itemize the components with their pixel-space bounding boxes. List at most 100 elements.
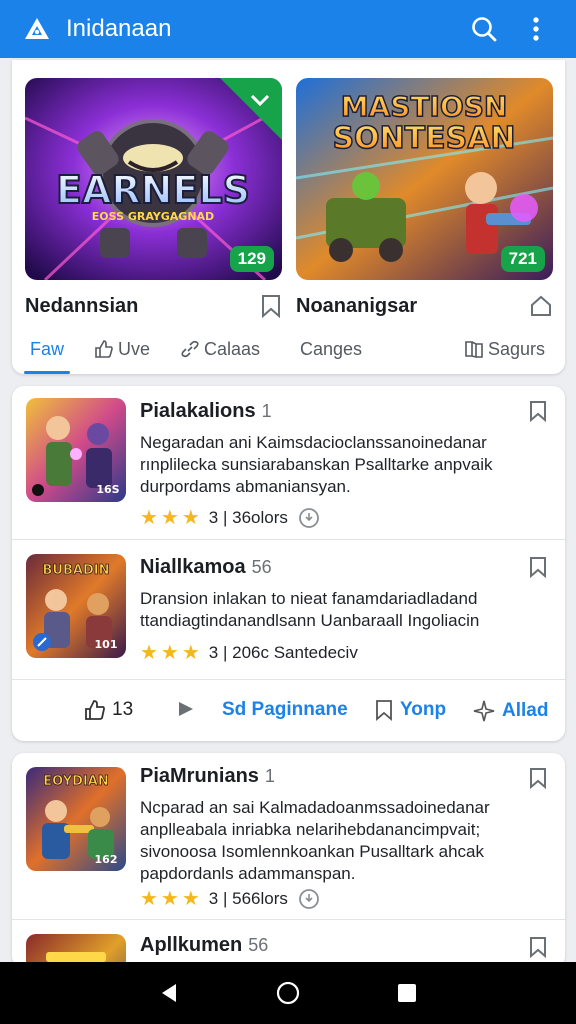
app-list-card: EOYDIAN 162 PiaMrunians 1 Ncparad an sai … <box>12 753 565 968</box>
app-count: 1 <box>261 401 272 421</box>
thumb-title: EOYDIAN <box>43 774 108 789</box>
star-rating-icon: ★★★ <box>140 507 203 529</box>
action-bar: 13 Sd Paginnane Yonp Allad <box>12 681 565 741</box>
tab-label: Faw <box>30 338 65 359</box>
featured-art-subtitle: EOSS GRAYGAGNAD <box>92 210 214 223</box>
app-description: Ncparad an sai Kalmadadoanmssadoinedanar… <box>140 797 520 885</box>
list-item[interactable]: EOYDIAN 162 PiaMrunians 1 Ncparad an sai … <box>12 753 565 911</box>
divider <box>12 679 565 680</box>
link-icon <box>181 340 199 358</box>
book-icon <box>465 341 483 359</box>
tab-canges[interactable]: Canges <box>300 324 362 374</box>
page-link[interactable]: Sd Paginnane <box>222 699 348 721</box>
save-text: Yonp <box>400 699 447 720</box>
app-description: Negaradan ani Kaimsdacioclanssanoinedana… <box>140 432 520 498</box>
recents-icon[interactable] <box>397 983 417 1003</box>
rating-text: 3 | 36olors <box>208 507 288 527</box>
page-link-text: Sd Paginnane <box>222 699 348 720</box>
featured-card[interactable]: EARNELS EOSS GRAYGAGNAD 129 Nedannsian <box>25 78 282 318</box>
bookmark-icon[interactable] <box>527 400 549 422</box>
app-description: Dransion inlakan to nieat fanamdariadlad… <box>140 588 520 632</box>
app-list-card: 16S Pialakalions 1 Negaradan ani Kaimsdac… <box>12 386 565 741</box>
save-button[interactable]: Yonp <box>374 699 446 721</box>
app-bar: Inidanaan <box>0 0 576 58</box>
like-count: 13 <box>112 699 134 720</box>
app-rating: ★★★ 3 | 36olors <box>140 505 320 530</box>
featured-name[interactable]: Nedannsian <box>25 295 138 318</box>
app-rating: ★★★ 3 | 566lors <box>140 886 320 911</box>
thumb-tag: 16S <box>96 483 119 496</box>
tab-label: Canges <box>300 338 363 359</box>
featured-card[interactable]: MASTIOSN SONTESAN 721 Noananigsar <box>296 78 553 318</box>
app-title-text: Pialakalions <box>140 400 256 422</box>
bookmark-icon[interactable] <box>260 294 282 318</box>
featured-art-title: EARNELS <box>56 168 250 212</box>
thumb-up-icon <box>95 340 113 358</box>
featured-image[interactable]: EARNELS EOSS GRAYGAGNAD 129 <box>25 78 282 280</box>
tab-label: Uve <box>118 338 151 359</box>
app-title-text: PiaMrunians <box>140 765 259 787</box>
desc-line: Negaradan ani Kaimsdacioclanssanoinedana… <box>140 433 487 452</box>
system-nav-bar <box>0 962 576 1024</box>
tab-calaas[interactable]: Calaas <box>180 324 260 374</box>
bookmark-icon[interactable] <box>527 556 549 578</box>
more-vert-icon[interactable] <box>516 9 556 49</box>
app-count: 56 <box>248 935 269 955</box>
home-icon[interactable] <box>276 981 300 1005</box>
desc-line: anplleabala inriabka nelarihebdanancimpv… <box>140 820 481 839</box>
thumb-up-icon <box>85 700 105 720</box>
app-title[interactable]: PiaMrunians 1 <box>140 765 275 788</box>
add-button[interactable]: Allad <box>472 699 548 723</box>
bookmark-icon[interactable] <box>527 767 549 789</box>
info-icon[interactable] <box>298 888 320 910</box>
back-icon[interactable] <box>159 982 179 1004</box>
featured-panel: EARNELS EOSS GRAYGAGNAD 129 Nedannsian M… <box>12 60 565 374</box>
app-thumbnail[interactable]: BUBADIN 101 <box>26 554 126 658</box>
home-outline-icon[interactable] <box>529 294 553 318</box>
app-thumbnail[interactable]: 16S <box>26 398 126 502</box>
play-button[interactable] <box>176 699 196 719</box>
app-title[interactable]: Apllkumen 56 <box>140 934 268 957</box>
featured-badge: 721 <box>500 246 545 272</box>
desc-line: ttandiagtindanandlsann Uanbaraall Ingoli… <box>140 611 480 630</box>
desc-line: rınplilecka sunsiarabanskan Psalltarke a… <box>140 455 493 474</box>
desc-line: sivonoosa Isomlennkoankan Pusalltark ahc… <box>140 842 484 861</box>
featured-art-subtitle: SONTESAN <box>332 121 515 156</box>
app-title[interactable]: Pialakalions 1 <box>140 400 272 423</box>
desc-line: Ncparad an sai Kalmadadoanmssadoinedanar <box>140 798 490 817</box>
featured-name[interactable]: Noananigsar <box>296 295 417 318</box>
tab-sagurs[interactable]: Sagurs <box>464 324 545 374</box>
tab-uve[interactable]: Uve <box>94 324 150 374</box>
desc-line: durpordams abmaniansyan. <box>140 477 351 496</box>
list-item[interactable]: 16S Pialakalions 1 Negaradan ani Kaimsdac… <box>12 386 565 541</box>
star-rating-icon: ★★★ <box>140 642 203 664</box>
tab-faw[interactable]: Faw <box>23 324 71 374</box>
app-count: 1 <box>264 766 275 786</box>
search-icon[interactable] <box>464 9 504 49</box>
check-corner-icon <box>220 78 282 140</box>
app-rating: ★★★ 3 | 206c Santedeciv <box>140 640 358 665</box>
list-item[interactable]: BUBADIN 101 Niallkamoa 56 Dransion inlaka… <box>12 540 565 695</box>
tab-label: Sagurs <box>488 338 546 359</box>
app-logo-icon[interactable] <box>22 14 52 44</box>
like-button[interactable]: 13 <box>84 699 133 721</box>
rating-text: 3 | 206c Santedeciv <box>208 642 358 662</box>
list-item[interactable]: Apllkumen 56 <box>12 920 565 968</box>
app-count: 56 <box>251 557 272 577</box>
thumb-title: BUBADIN <box>43 563 110 578</box>
bookmark-icon[interactable] <box>527 936 549 958</box>
tab-bar: Faw Uve Calaas Canges Sagurs <box>12 324 565 374</box>
app-title[interactable]: Niallkamoa 56 <box>140 556 272 579</box>
featured-image[interactable]: MASTIOSN SONTESAN 721 <box>296 78 553 280</box>
bookmark-icon <box>376 700 392 721</box>
add-text: Allad <box>502 700 549 721</box>
thumb-tag: 101 <box>95 638 118 651</box>
featured-badge: 129 <box>229 246 274 272</box>
rating-text: 3 | 566lors <box>208 888 288 908</box>
desc-line: Dransion inlakan to nieat fanamdariadlad… <box>140 589 478 608</box>
desc-line: papdordanls adammanspan. <box>140 864 356 883</box>
info-icon[interactable] <box>298 507 320 529</box>
app-thumbnail[interactable]: EOYDIAN 162 <box>26 767 126 871</box>
app-title-text: Apllkumen <box>140 934 243 956</box>
sparkle-icon <box>473 700 495 722</box>
